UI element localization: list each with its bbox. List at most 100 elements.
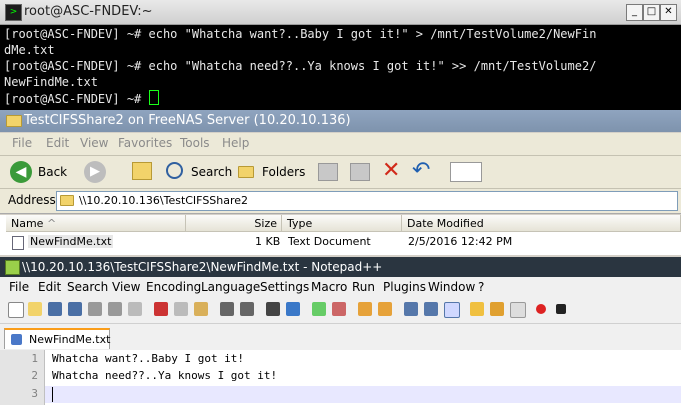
editor-area[interactable]: 1 2 3 Whatcha want?..Baby I got it! What… [0, 350, 681, 405]
np-menu-macro[interactable]: Macro [311, 280, 347, 294]
doc-map-icon[interactable] [470, 302, 484, 316]
terminal-cursor [148, 90, 159, 105]
np-menu-language[interactable]: Language [201, 280, 260, 294]
tab-label: NewFindMe.txt [29, 333, 111, 346]
zoom-in-icon[interactable] [312, 302, 326, 316]
code-line[interactable]: Whatcha need??..Ya knows I got it! [52, 369, 277, 382]
terminal-line: [root@ASC-FNDEV] ~# echo "Whatcha want?.… [4, 27, 597, 41]
forward-button[interactable]: ▶ [84, 161, 106, 183]
sync-horizontal-icon[interactable] [378, 302, 392, 316]
cut-icon[interactable] [154, 302, 168, 316]
network-folder-icon [60, 195, 74, 206]
back-label: Back [38, 165, 68, 179]
close-all-icon[interactable] [108, 302, 122, 316]
notepad-app-icon [5, 260, 20, 275]
menu-favorites[interactable]: Favorites [118, 136, 172, 150]
np-menu-run[interactable]: Run [352, 280, 375, 294]
delete-icon[interactable]: ✕ [382, 158, 400, 183]
move-to-icon[interactable] [318, 163, 338, 181]
paste-icon[interactable] [194, 302, 208, 316]
back-arrow-icon: ◀ [10, 161, 32, 183]
table-row[interactable]: NewFindMe.txt 1 KB Text Document 2/5/201… [0, 233, 681, 251]
save-all-icon[interactable] [68, 302, 82, 316]
word-wrap-icon[interactable] [404, 302, 418, 316]
folders-label: Folders [262, 165, 306, 179]
up-folder-icon[interactable] [132, 162, 152, 180]
show-all-chars-icon[interactable] [424, 302, 438, 316]
menu-tools[interactable]: Tools [180, 136, 210, 150]
function-list-icon[interactable] [490, 302, 504, 316]
folder-icon [6, 115, 22, 127]
folders-icon [238, 166, 254, 178]
indent-guide-icon[interactable] [444, 302, 460, 318]
terminal-prompt-line[interactable]: [root@ASC-FNDEV] ~# [4, 90, 678, 107]
undo-icon[interactable]: ↶ [412, 158, 430, 183]
explorer-menubar: File Edit View Favorites Tools Help [0, 133, 681, 156]
address-value: \\10.20.10.136\TestCIFSShare2 [79, 194, 249, 207]
copy-icon[interactable] [174, 302, 188, 316]
views-button[interactable] [450, 162, 482, 182]
file-list[interactable]: Name ^ Size Type Date Modified NewFindMe… [0, 215, 681, 255]
menu-edit[interactable]: Edit [46, 136, 69, 150]
np-menu-window[interactable]: Window [428, 280, 475, 294]
np-menu-search[interactable]: Search [67, 280, 108, 294]
folder-as-workspace-icon[interactable] [510, 302, 526, 318]
back-button[interactable]: ◀ Back [8, 159, 78, 185]
open-file-icon[interactable] [28, 302, 42, 316]
line-number: 1 [31, 352, 38, 365]
redo-icon[interactable] [240, 302, 254, 316]
file-size: 1 KB [255, 235, 281, 248]
terminal-output[interactable]: [root@ASC-FNDEV] ~# echo "Whatcha want?.… [4, 26, 678, 107]
zoom-out-icon[interactable] [332, 302, 346, 316]
np-menu-help[interactable]: ? [478, 280, 484, 294]
close-file-icon[interactable] [88, 302, 102, 316]
print-icon[interactable] [128, 302, 142, 316]
np-menu-encoding[interactable]: Encoding [146, 280, 201, 294]
folders-button[interactable]: Folders [236, 159, 306, 185]
current-line-highlight [45, 386, 681, 403]
column-header-type[interactable]: Type [282, 215, 402, 232]
terminal-prompt: [root@ASC-FNDEV] ~# [4, 92, 149, 106]
np-menu-view[interactable]: View [112, 280, 140, 294]
column-header-size[interactable]: Size [186, 215, 282, 232]
sort-arrow-icon: ^ [46, 217, 57, 230]
copy-to-icon[interactable] [350, 163, 370, 181]
notepad-toolbar [0, 297, 681, 324]
np-menu-plugins[interactable]: Plugins [383, 280, 426, 294]
save-icon[interactable] [48, 302, 62, 316]
find-icon[interactable] [266, 302, 280, 316]
explorer-title: TestCIFSShare2 on FreeNAS Server (10.20.… [24, 113, 351, 128]
undo-icon[interactable] [220, 302, 234, 316]
sync-vertical-icon[interactable] [358, 302, 372, 316]
maximize-button[interactable]: □ [643, 4, 660, 21]
tab-newfindme[interactable]: NewFindMe.txt [4, 328, 110, 349]
terminal-title: root@ASC-FNDEV:~ [24, 4, 153, 19]
notepad-tabbar: NewFindMe.txt [0, 324, 681, 351]
replace-icon[interactable] [286, 302, 300, 316]
np-menu-settings[interactable]: Settings [260, 280, 309, 294]
line-number: 2 [31, 369, 38, 382]
explorer-titlebar[interactable]: TestCIFSShare2 on FreeNAS Server (10.20.… [0, 110, 681, 132]
record-macro-icon[interactable] [536, 304, 546, 314]
search-button[interactable]: Search [164, 159, 232, 185]
terminal-titlebar[interactable]: > root@ASC-FNDEV:~ _ □ ✕ [0, 0, 681, 25]
column-header-date[interactable]: Date Modified [402, 215, 681, 232]
menu-file[interactable]: File [12, 136, 32, 150]
menu-help[interactable]: Help [222, 136, 249, 150]
terminal-line: dMe.txt [4, 43, 55, 57]
menu-view[interactable]: View [80, 136, 108, 150]
new-file-icon[interactable] [8, 302, 24, 318]
stop-macro-icon[interactable] [556, 304, 566, 314]
code-line[interactable]: Whatcha want?..Baby I got it! [52, 352, 244, 365]
address-input[interactable]: \\10.20.10.136\TestCIFSShare2 [56, 191, 678, 211]
np-menu-file[interactable]: File [9, 280, 29, 294]
notepad-titlebar[interactable]: \\10.20.10.136\TestCIFSShare2\NewFindMe.… [0, 257, 681, 277]
terminal-line: [root@ASC-FNDEV] ~# echo "Whatcha need??… [4, 59, 597, 73]
minimize-button[interactable]: _ [626, 4, 643, 21]
search-label: Search [191, 165, 233, 179]
address-label: Address [8, 193, 56, 207]
column-label: Name [11, 217, 44, 230]
column-header-name[interactable]: Name ^ [6, 215, 186, 232]
np-menu-edit[interactable]: Edit [38, 280, 61, 294]
close-button[interactable]: ✕ [660, 4, 677, 21]
